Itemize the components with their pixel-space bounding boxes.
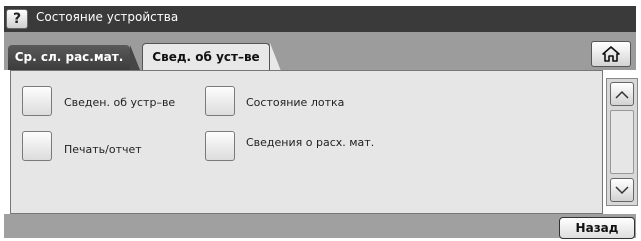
print-report-label: Печать/отчет bbox=[64, 143, 142, 156]
home-icon bbox=[602, 46, 620, 62]
scrollbar[interactable] bbox=[606, 78, 638, 206]
device-info-label: Сведен. об устр–ве bbox=[64, 96, 176, 109]
scroll-down-button[interactable] bbox=[610, 178, 634, 202]
chevron-up-icon bbox=[615, 90, 629, 99]
scroll-track[interactable] bbox=[610, 110, 634, 174]
tab-device-info[interactable]: Свед. об уст–ве bbox=[142, 43, 281, 71]
chevron-down-icon bbox=[615, 185, 629, 194]
tray-status-button[interactable] bbox=[205, 86, 235, 116]
tray-status-label: Состояние лотка bbox=[246, 96, 345, 109]
scroll-up-button[interactable] bbox=[610, 82, 634, 106]
window-title: Состояние устройства bbox=[36, 10, 179, 24]
help-button[interactable]: ? bbox=[6, 9, 28, 29]
device-info-button[interactable] bbox=[22, 86, 52, 116]
print-report-button[interactable] bbox=[22, 131, 52, 161]
supplies-info-button[interactable] bbox=[205, 131, 235, 161]
bottom-bar bbox=[4, 214, 636, 238]
home-button[interactable] bbox=[591, 41, 631, 67]
back-button[interactable]: Назад bbox=[559, 217, 635, 239]
supplies-info-label: Сведения о расх. мат. bbox=[246, 136, 375, 149]
tab-consumables[interactable]: Ср. сл. рас.мат. bbox=[8, 45, 140, 70]
